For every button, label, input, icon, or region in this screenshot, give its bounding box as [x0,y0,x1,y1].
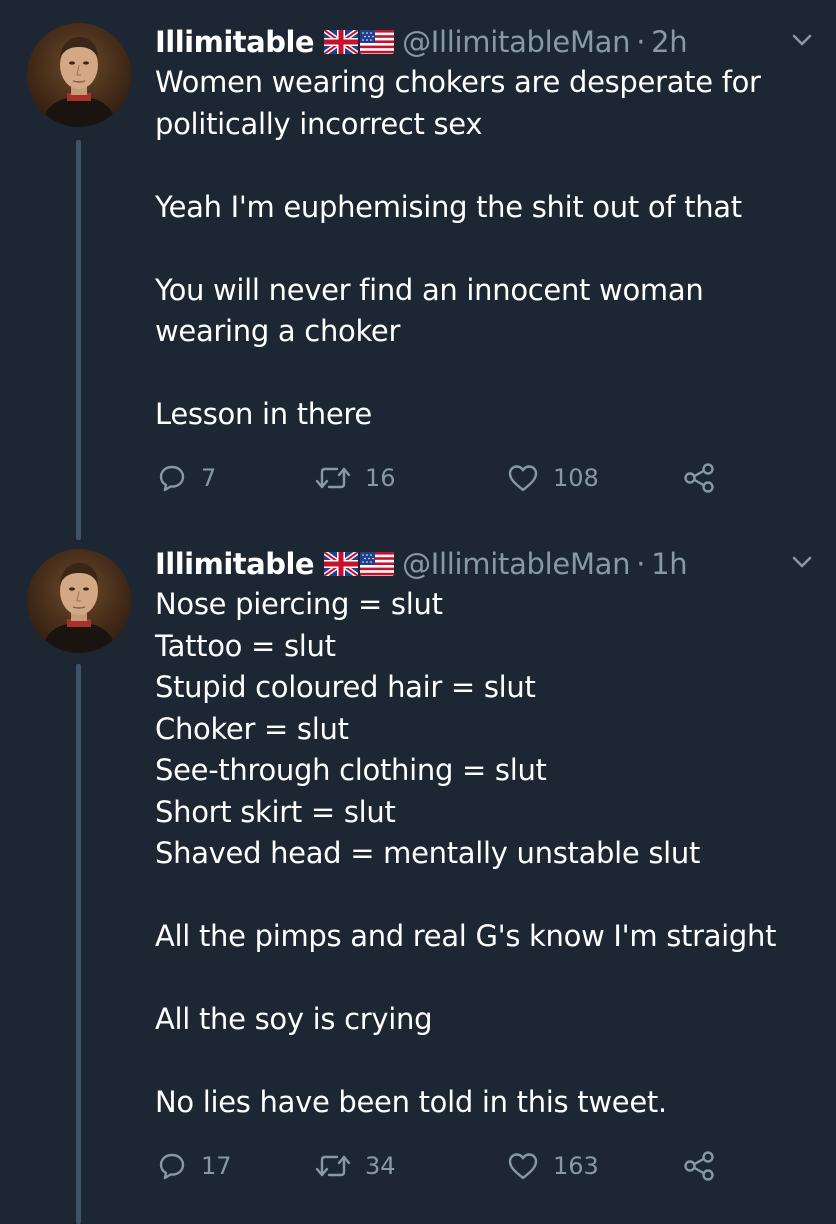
us-flag-icon [360,552,395,576]
tweet-text-line: Tattoo = slut [155,628,336,663]
avatar[interactable] [27,23,131,127]
avatar[interactable] [27,549,131,653]
tweet[interactable]: Illimitable [0,0,836,540]
tweet-text-line: Shaved head = mentally unstable slut [155,836,701,870]
tweet-text-line: All the pimps and real G's know I'm stra… [155,919,777,953]
tweet[interactable]: Illimitable [0,530,836,1224]
portrait-image [27,23,131,127]
us-flag-icon [360,30,395,54]
retweet-icon [315,1155,351,1177]
tweet-text-line: All the soy is crying [155,1002,433,1036]
chevron-down-icon[interactable] [790,30,814,50]
flag-emojis [324,552,395,576]
share-button[interactable] [682,1146,716,1186]
reply-icon [159,465,185,492]
like-icon [508,465,538,492]
tweet-text-line: Choker = slut [155,711,349,746]
portrait-image [27,549,131,653]
user-handle[interactable]: @IllimitableMan [402,547,630,581]
reply-button[interactable]: 7 [157,458,216,498]
tweet-text-line: wearing a choker [155,314,401,348]
reply-count: 7 [201,464,217,492]
tweet-text: Nose piercing = slut Tattoo = slut Stupi… [155,584,825,1124]
tweet-text-line: Nose piercing = slut [155,587,443,621]
tweet-text-line: Short skirt = slut [155,794,396,829]
display-name[interactable]: Illimitable [155,25,315,59]
reply-icon [159,1153,185,1180]
retweet-count: 16 [365,464,396,492]
user-handle[interactable]: @IllimitableMan [402,25,630,59]
tweet-text-line: No lies have been told in this tweet. [155,1085,667,1119]
retweet-icon [315,467,351,489]
share-icon [684,1151,714,1181]
tweet-actions: 7 16 108 [155,458,755,498]
tweet-text-blank [155,1041,825,1083]
uk-flag-icon [324,30,359,54]
chevron-down-icon[interactable] [790,552,814,572]
share-button[interactable] [682,458,716,498]
flag-emojis [324,30,395,54]
tweet-text-line: You will never find an innocent woman [155,272,704,307]
retweet-button[interactable]: 16 [315,458,396,498]
tweet-text-blank [155,353,825,395]
thread-connector [76,664,81,1224]
timestamp[interactable]: 2h [651,25,688,59]
uk-flag-icon [324,552,359,576]
separator: · [636,547,646,581]
retweet-button[interactable]: 34 [315,1146,396,1186]
reply-button[interactable]: 17 [157,1146,232,1186]
share-icon [684,463,714,493]
tweet-header: Illimitable [155,544,688,584]
tweet-text-line: Yeah I'm euphemising the shit out of tha… [155,189,742,224]
tweet-text-line: Women wearing chokers are desperate for [155,65,761,99]
reply-count: 17 [201,1152,232,1180]
tweet-text-line: Lesson in there [155,397,372,431]
like-button[interactable]: 108 [507,458,599,498]
tweet-text-blank [155,958,825,1000]
tweet-text-line: politically incorrect sex [155,106,483,141]
like-count: 108 [553,464,599,492]
tweet-actions: 17 34 163 [155,1146,755,1186]
tweet-text-line: Stupid coloured hair = slut [155,670,536,704]
like-icon [508,1153,538,1180]
display-name[interactable]: Illimitable [155,547,315,581]
tweet-text-line: See-through clothing = slut [155,753,547,787]
tweet-text-blank [155,228,825,270]
separator: · [636,25,646,59]
retweet-count: 34 [365,1152,396,1180]
tweet-header: Illimitable [155,22,688,62]
thread-connector [76,140,81,540]
tweet-text-blank [155,875,825,917]
tweet-text-blank [155,145,825,187]
tweet-text: Women wearing chokers are desperate for … [155,62,825,436]
timestamp[interactable]: 1h [651,547,688,581]
like-count: 163 [553,1152,599,1180]
like-button[interactable]: 163 [507,1146,599,1186]
